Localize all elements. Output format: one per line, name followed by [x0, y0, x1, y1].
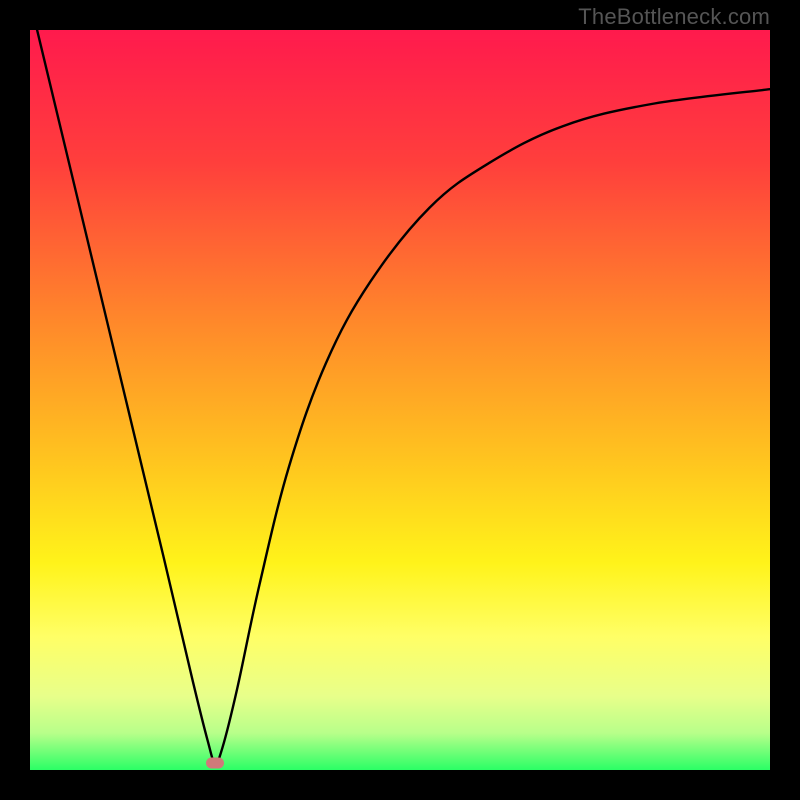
minimum-marker — [206, 757, 224, 768]
plot-area — [30, 30, 770, 770]
watermark-text: TheBottleneck.com — [578, 4, 770, 30]
bottleneck-curve — [30, 30, 770, 763]
chart-frame: TheBottleneck.com — [0, 0, 800, 800]
curve-layer — [30, 30, 770, 770]
